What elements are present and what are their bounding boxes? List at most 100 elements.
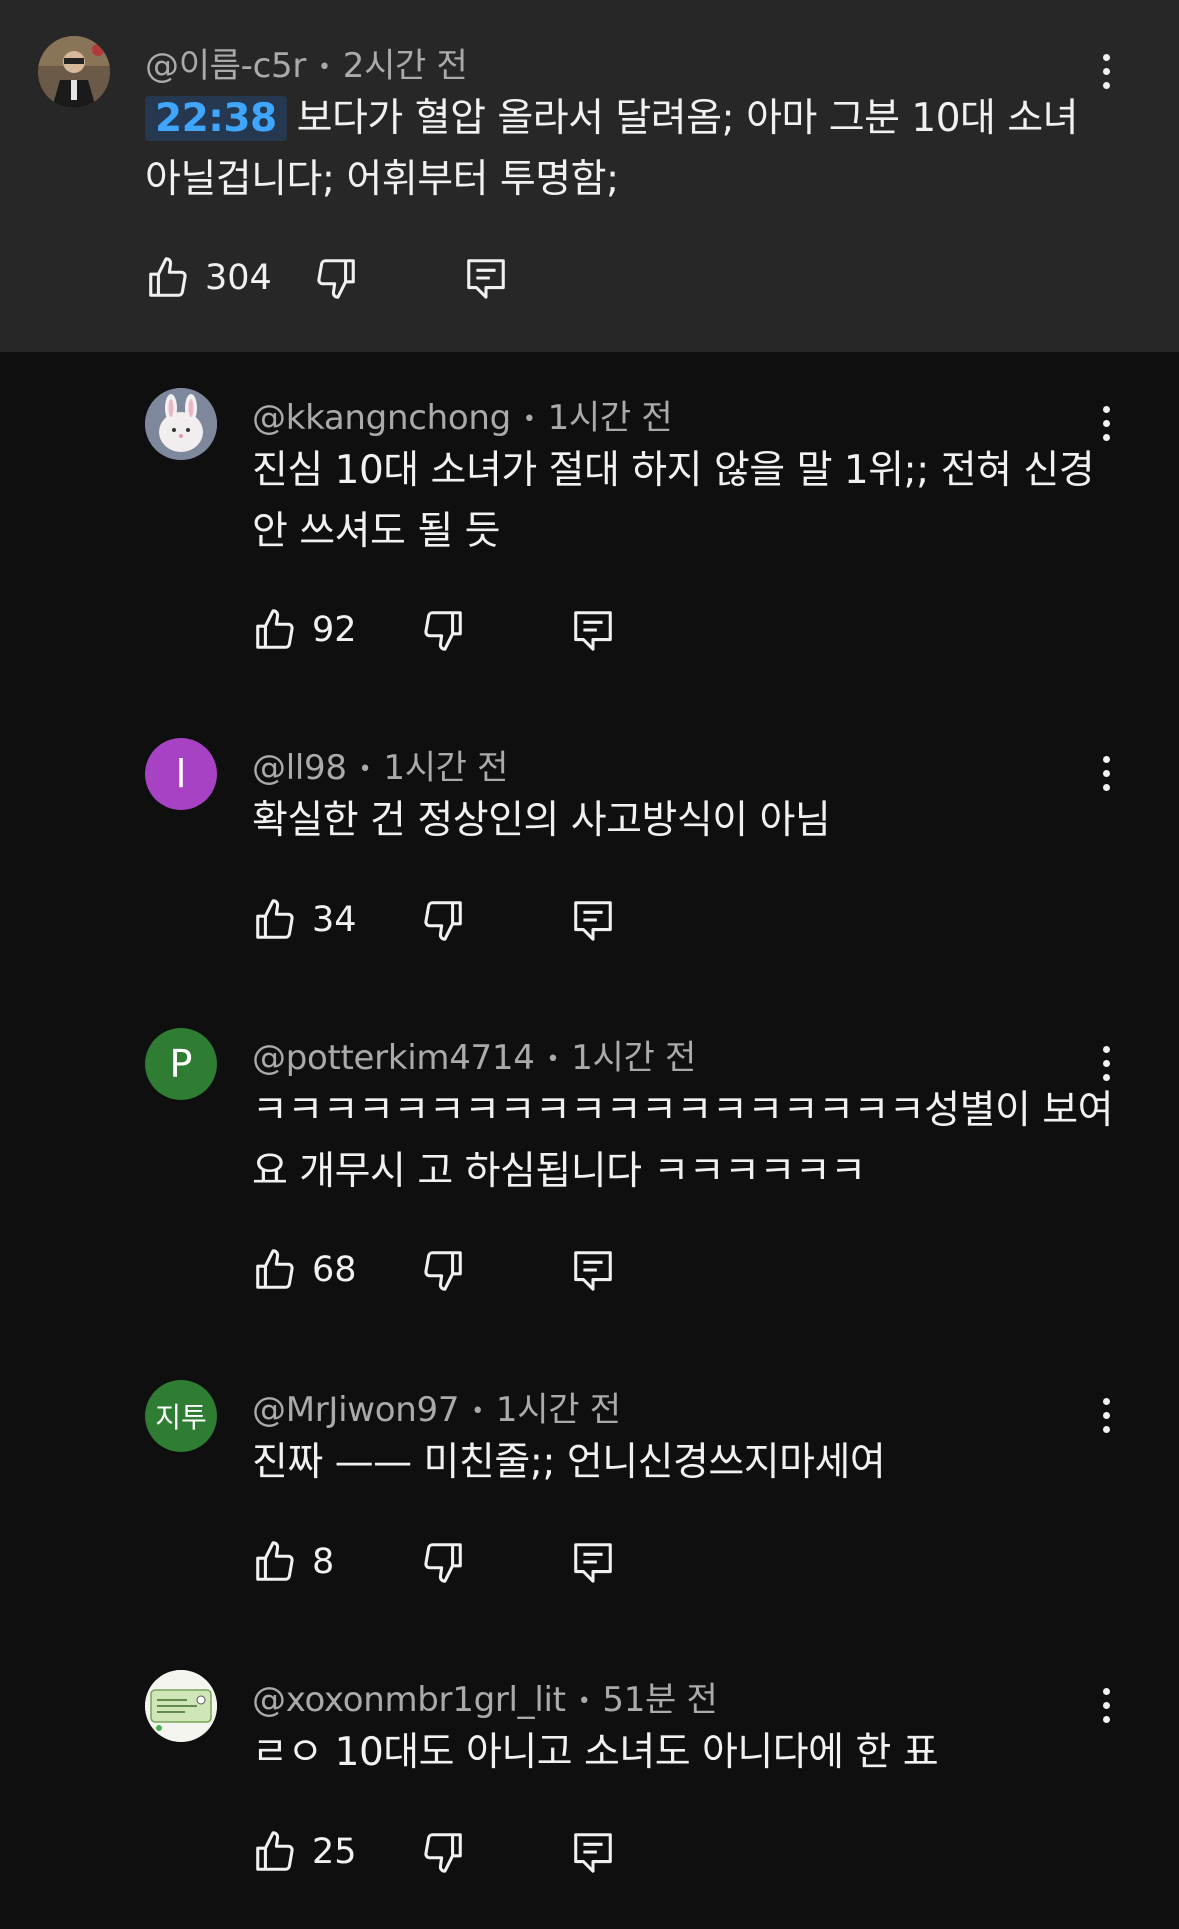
comment-highlighted: @이름-c5r • 2시간 전 22:38 보다가 혈압 올라서 달려옴; 아마 그분…: [0, 0, 1179, 352]
like-button[interactable]: 25: [252, 1822, 357, 1882]
dislike-button[interactable]: [420, 1532, 466, 1592]
comment-meta: @potterkim4714 • 1시간 전: [252, 1030, 696, 1079]
thumbs-down-icon: [424, 901, 462, 941]
dislike-button[interactable]: [420, 1240, 466, 1300]
reply-button[interactable]: [463, 248, 509, 308]
dislike-button[interactable]: [313, 248, 359, 308]
comment-item: @kkangnchong • 1시간 전 진심 10대 소녀가 절대 하지 않을 말…: [0, 352, 1179, 702]
meta-separator: •: [577, 1689, 591, 1714]
meta-separator: •: [546, 1047, 560, 1072]
reply-icon: [574, 611, 612, 651]
comment-item: @xoxonmbr1grl_lit • 51분 전 ㄹㅇ 10대도 아니고 소녀도 …: [0, 1634, 1179, 1929]
sticker-avatar-icon: [145, 1670, 217, 1742]
reply-icon: [574, 1251, 612, 1291]
meta-separator: •: [318, 55, 331, 80]
reply-button[interactable]: [570, 890, 616, 950]
bunny-avatar-icon: [145, 388, 217, 460]
comment-text: 22:38 보다가 혈압 올라서 달려옴; 아마 그분 10대 소녀 아닐겁니다;…: [145, 88, 1105, 210]
comment-actions: 92: [252, 600, 652, 660]
like-count: 34: [312, 900, 357, 940]
more-vert-icon[interactable]: [1086, 743, 1126, 803]
reply-button[interactable]: [570, 1822, 616, 1882]
comment-time: 51분 전: [602, 1680, 718, 1720]
comment-author[interactable]: @MrJiwon97: [252, 1390, 460, 1430]
thumbs-down-icon: [317, 259, 355, 299]
dislike-button[interactable]: [420, 600, 466, 660]
reply-button[interactable]: [570, 1240, 616, 1300]
like-count: 25: [312, 1832, 357, 1872]
comment-author[interactable]: @xoxonmbr1grl_lit: [252, 1680, 566, 1720]
more-vert-icon[interactable]: [1086, 393, 1126, 453]
comment-actions: 304: [145, 248, 645, 308]
comment-time: 1시간 전: [571, 1038, 696, 1078]
meta-separator: •: [471, 1399, 484, 1424]
comment-time: 1시간 전: [383, 748, 509, 788]
like-button[interactable]: 304: [145, 248, 272, 308]
comment-text: ㅋㅋㅋㅋㅋㅋㅋㅋㅋㅋㅋㅋㅋㅋㅋㅋㅋㅋㅋ성별이 보여요 개무시 고 하심됩니다 ㅋ…: [252, 1088, 1114, 1194]
comment-actions: 68: [252, 1240, 652, 1300]
comment-time: 1시간 전: [495, 1390, 621, 1430]
avatar[interactable]: [38, 36, 110, 108]
avatar[interactable]: P: [145, 1028, 217, 1100]
comment-author[interactable]: @이름-c5r: [145, 46, 306, 86]
comment-author[interactable]: @potterkim4714: [252, 1038, 535, 1078]
more-vert-icon[interactable]: [1086, 1385, 1126, 1445]
like-button[interactable]: 68: [252, 1240, 357, 1300]
thumbs-up-icon: [149, 257, 187, 297]
thumbs-up-icon: [256, 609, 294, 649]
reply-icon: [574, 901, 612, 941]
like-count: 8: [312, 1542, 335, 1582]
comment-meta: @xoxonmbr1grl_lit • 51분 전: [252, 1672, 718, 1721]
avatar[interactable]: l: [145, 738, 217, 810]
avatar[interactable]: [145, 388, 217, 460]
thumbs-down-icon: [424, 1251, 462, 1291]
more-vert-icon[interactable]: [1086, 1033, 1126, 1093]
reply-button[interactable]: [570, 1532, 616, 1592]
like-count: 92: [312, 610, 357, 650]
comment-item: 지투 @MrJiwon97 • 1시간 전 진짜 —— 미친줄;; 언니신경쓰지마세…: [0, 1344, 1179, 1634]
reply-icon: [574, 1543, 612, 1583]
comment-author[interactable]: @kkangnchong: [252, 398, 511, 438]
comment-text: ㄹㅇ 10대도 아니고 소녀도 아니다에 한 표: [252, 1730, 939, 1775]
thumbs-up-icon: [256, 1541, 294, 1581]
like-button[interactable]: 8: [252, 1532, 334, 1592]
like-count: 68: [312, 1250, 357, 1290]
comment-item: P @potterkim4714 • 1시간 전 ㅋㅋㅋㅋㅋㅋㅋㅋㅋㅋㅋㅋㅋㅋㅋㅋㅋ…: [0, 992, 1179, 1344]
comment-actions: 34: [252, 890, 652, 950]
dislike-button[interactable]: [420, 1822, 466, 1882]
comment-actions: 8: [252, 1532, 652, 1592]
avatar[interactable]: [145, 1670, 217, 1742]
comment-meta: @이름-c5r • 2시간 전: [145, 38, 468, 87]
comment-meta: @ll98 • 1시간 전: [252, 740, 508, 789]
comment-time: 1시간 전: [547, 398, 673, 438]
comment-text: 확실한 건 정상인의 사고방식이 아님: [252, 798, 831, 843]
thumbs-up-icon: [256, 1249, 294, 1289]
comment-meta: @MrJiwon97 • 1시간 전: [252, 1382, 621, 1431]
thumbs-up-icon: [256, 1831, 294, 1871]
comment-meta: @kkangnchong • 1시간 전: [252, 390, 673, 439]
meta-separator: •: [358, 757, 372, 782]
thumbs-down-icon: [424, 611, 462, 651]
comment-time: 2시간 전: [342, 46, 468, 86]
reply-button[interactable]: [570, 600, 616, 660]
more-vert-icon[interactable]: [1086, 1675, 1126, 1735]
thumbs-up-icon: [256, 899, 294, 939]
dislike-button[interactable]: [420, 890, 466, 950]
reply-icon: [467, 259, 505, 299]
thumbs-down-icon: [424, 1543, 462, 1583]
comments-screen: { "comments": [ { "author": "@이름-c5r", "…: [0, 0, 1179, 1929]
like-button[interactable]: 34: [252, 890, 357, 950]
thumbs-down-icon: [424, 1833, 462, 1873]
comment-text: 진짜 —— 미친줄;; 언니신경쓰지마세여: [252, 1440, 886, 1485]
like-button[interactable]: 92: [252, 600, 357, 660]
more-vert-icon[interactable]: [1086, 41, 1126, 101]
avatar-photo-icon: [38, 36, 110, 108]
comment-actions: 25: [252, 1822, 652, 1882]
timestamp-link[interactable]: 22:38: [145, 96, 287, 141]
comment-author[interactable]: @ll98: [252, 748, 347, 788]
comment-item: l @ll98 • 1시간 전 확실한 건 정상인의 사고방식이 아님 34: [0, 702, 1179, 992]
avatar[interactable]: 지투: [145, 1380, 217, 1452]
reply-icon: [574, 1833, 612, 1873]
meta-separator: •: [522, 407, 536, 432]
like-count: 304: [205, 258, 272, 298]
